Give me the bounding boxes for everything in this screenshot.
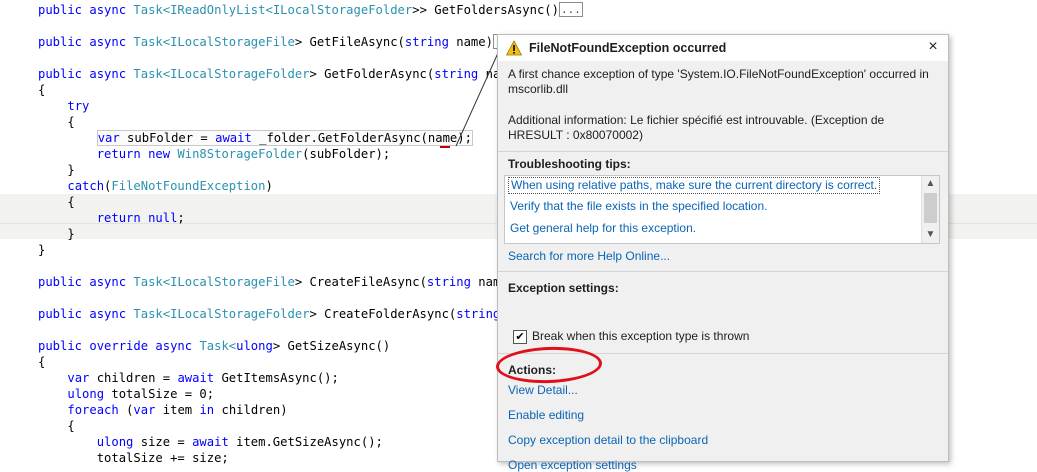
break-on-exception-checkbox[interactable]: ✔ <box>513 330 527 344</box>
scrollbar-thumb[interactable] <box>924 193 937 223</box>
enable-editing-link[interactable]: Enable editing <box>508 408 584 422</box>
open-exception-settings-link[interactable]: Open exception settings <box>508 458 637 472</box>
actions-heading: Actions: <box>508 363 556 377</box>
break-on-exception-label: Break when this exception type is thrown <box>532 329 750 343</box>
view-detail-link[interactable]: View Detail... <box>508 383 578 397</box>
search-help-online-link[interactable]: Search for more Help Online... <box>508 249 670 263</box>
tip-link-relative-paths[interactable]: When using relative paths, make sure the… <box>508 177 881 194</box>
exception-message: A first chance exception of type 'System… <box>508 67 929 96</box>
popup-header: FileNotFoundException occurred × <box>498 35 948 61</box>
troubleshooting-tips-list[interactable]: When using relative paths, make sure the… <box>504 175 940 244</box>
chevron-up-icon[interactable]: ▲ <box>922 176 939 192</box>
exception-assistant-popup: FileNotFoundException occurred × A first… <box>497 34 949 472</box>
tip-link-verify-file[interactable]: Verify that the file exists in the speci… <box>510 199 767 214</box>
additional-information: Additional information: Le fichier spéci… <box>508 113 885 142</box>
troubleshooting-heading: Troubleshooting tips: <box>508 157 631 171</box>
close-icon[interactable]: × <box>925 38 941 56</box>
tips-scrollbar[interactable]: ▲ ▼ <box>921 176 939 243</box>
warning-icon <box>506 40 522 56</box>
popup-body: A first chance exception of type 'System… <box>498 61 948 472</box>
popup-title: FileNotFoundException occurred <box>529 41 727 55</box>
chevron-down-icon[interactable]: ▼ <box>922 227 939 243</box>
copy-exception-detail-link[interactable]: Copy exception detail to the clipboard <box>508 433 708 447</box>
exception-settings-heading: Exception settings: <box>508 281 619 295</box>
tip-link-general-help[interactable]: Get general help for this exception. <box>510 221 696 236</box>
divider <box>498 271 948 272</box>
divider <box>498 151 948 152</box>
divider <box>498 353 948 354</box>
